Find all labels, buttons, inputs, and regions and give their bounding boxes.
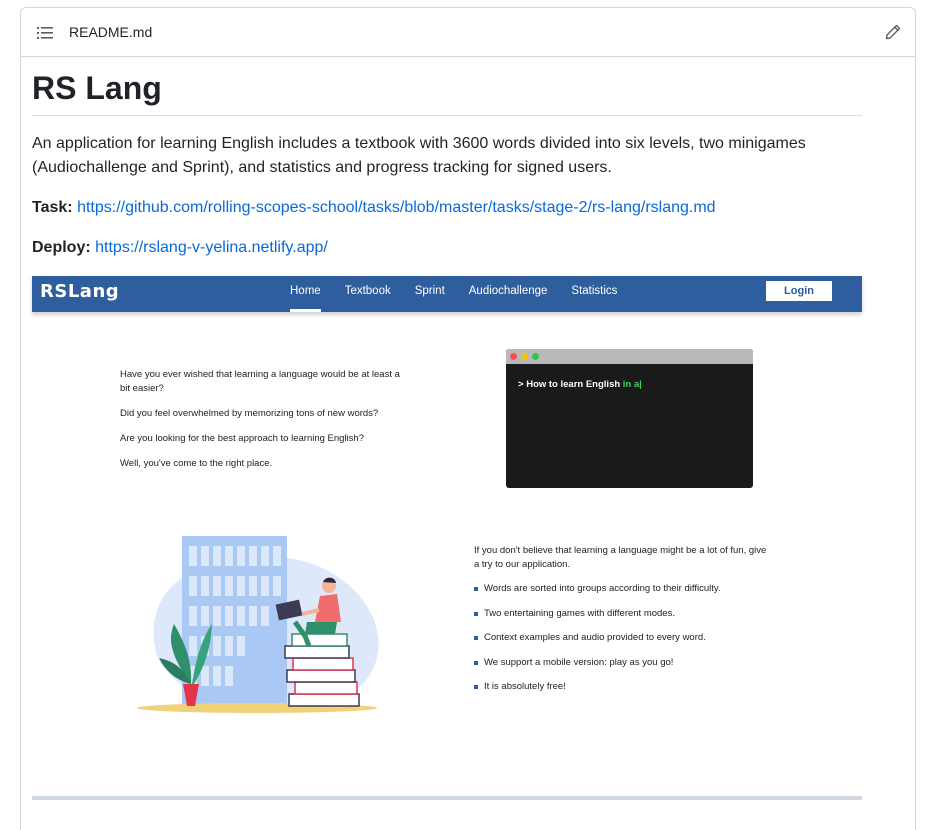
readme-content: RS Lang An application for learning Engl… — [32, 49, 862, 260]
intro-line: Did you feel overwhelmed by memorizing t… — [120, 408, 379, 419]
screenshot-navbar: RSLang Home Textbook Sprint Audiochallen… — [32, 276, 862, 312]
terminal-text: > How to learn English in a| — [518, 379, 642, 390]
screenshot-menu-audiochallenge: Audiochallenge — [468, 285, 548, 297]
terminal-cursor-icon: | — [639, 379, 642, 390]
intro-line: Are you looking for the best approach to… — [120, 433, 364, 444]
screenshot-menu-home: Home — [290, 276, 321, 312]
task-line: Task: https://github.com/rolling-scopes-… — [32, 196, 862, 220]
terminal-titlebar — [506, 349, 753, 364]
close-dot-icon — [510, 353, 517, 360]
deploy-link[interactable]: https://rslang-v-yelina.netlify.app/ — [95, 239, 328, 256]
deploy-line: Deploy: https://rslang-v-yelina.netlify.… — [32, 236, 862, 260]
reading-person-illustration — [137, 536, 379, 713]
feature-item: Words are sorted into groups according t… — [474, 582, 774, 596]
features-lead: If you don't believe that learning a lan… — [474, 545, 767, 570]
deploy-label: Deploy: — [32, 239, 91, 257]
file-name: README.md — [69, 24, 153, 40]
table-of-contents-icon[interactable] — [37, 25, 53, 41]
feature-item: It is absolutely free! — [474, 680, 774, 694]
terminal-prompt: > — [518, 379, 524, 390]
page-title: RS Lang — [32, 69, 862, 117]
description: An application for learning English incl… — [32, 135, 806, 177]
screenshot-menu-statistics: Statistics — [571, 285, 618, 297]
section-divider — [32, 796, 862, 800]
maximize-dot-icon — [532, 353, 539, 360]
app-screenshot: RSLang Home Textbook Sprint Audiochallen… — [32, 276, 862, 716]
screenshot-login-button: Login — [766, 281, 832, 301]
screenshot-menu-sprint: Sprint — [414, 285, 445, 297]
task-label: Task: — [32, 199, 73, 217]
task-link[interactable]: https://github.com/rolling-scopes-school… — [77, 199, 716, 216]
terminal-white-text: How to learn English — [526, 379, 621, 390]
screenshot-menu-textbook: Textbook — [344, 285, 391, 297]
intro-line: Have you ever wished that learning a lan… — [120, 369, 400, 394]
screenshot-menu: Home Textbook Sprint Audiochallenge Stat… — [290, 276, 641, 312]
features-list: Words are sorted into groups according t… — [474, 582, 774, 694]
screenshot-features: If you don't believe that learning a lan… — [474, 544, 774, 705]
feature-item: We support a mobile version: play as you… — [474, 656, 774, 670]
terminal-green-text: in a — [622, 379, 640, 390]
minimize-dot-icon — [521, 353, 528, 360]
intro-line: Well, you've come to the right place. — [120, 458, 273, 469]
pencil-edit-icon[interactable] — [885, 24, 901, 40]
feature-item: Context examples and audio provided to e… — [474, 631, 774, 645]
feature-item: Two entertaining games with different mo… — [474, 607, 774, 621]
screenshot-intro: Have you ever wished that learning a lan… — [120, 368, 410, 482]
terminal-window: > How to learn English in a| — [506, 349, 753, 488]
screenshot-logo: RSLang — [40, 281, 120, 302]
